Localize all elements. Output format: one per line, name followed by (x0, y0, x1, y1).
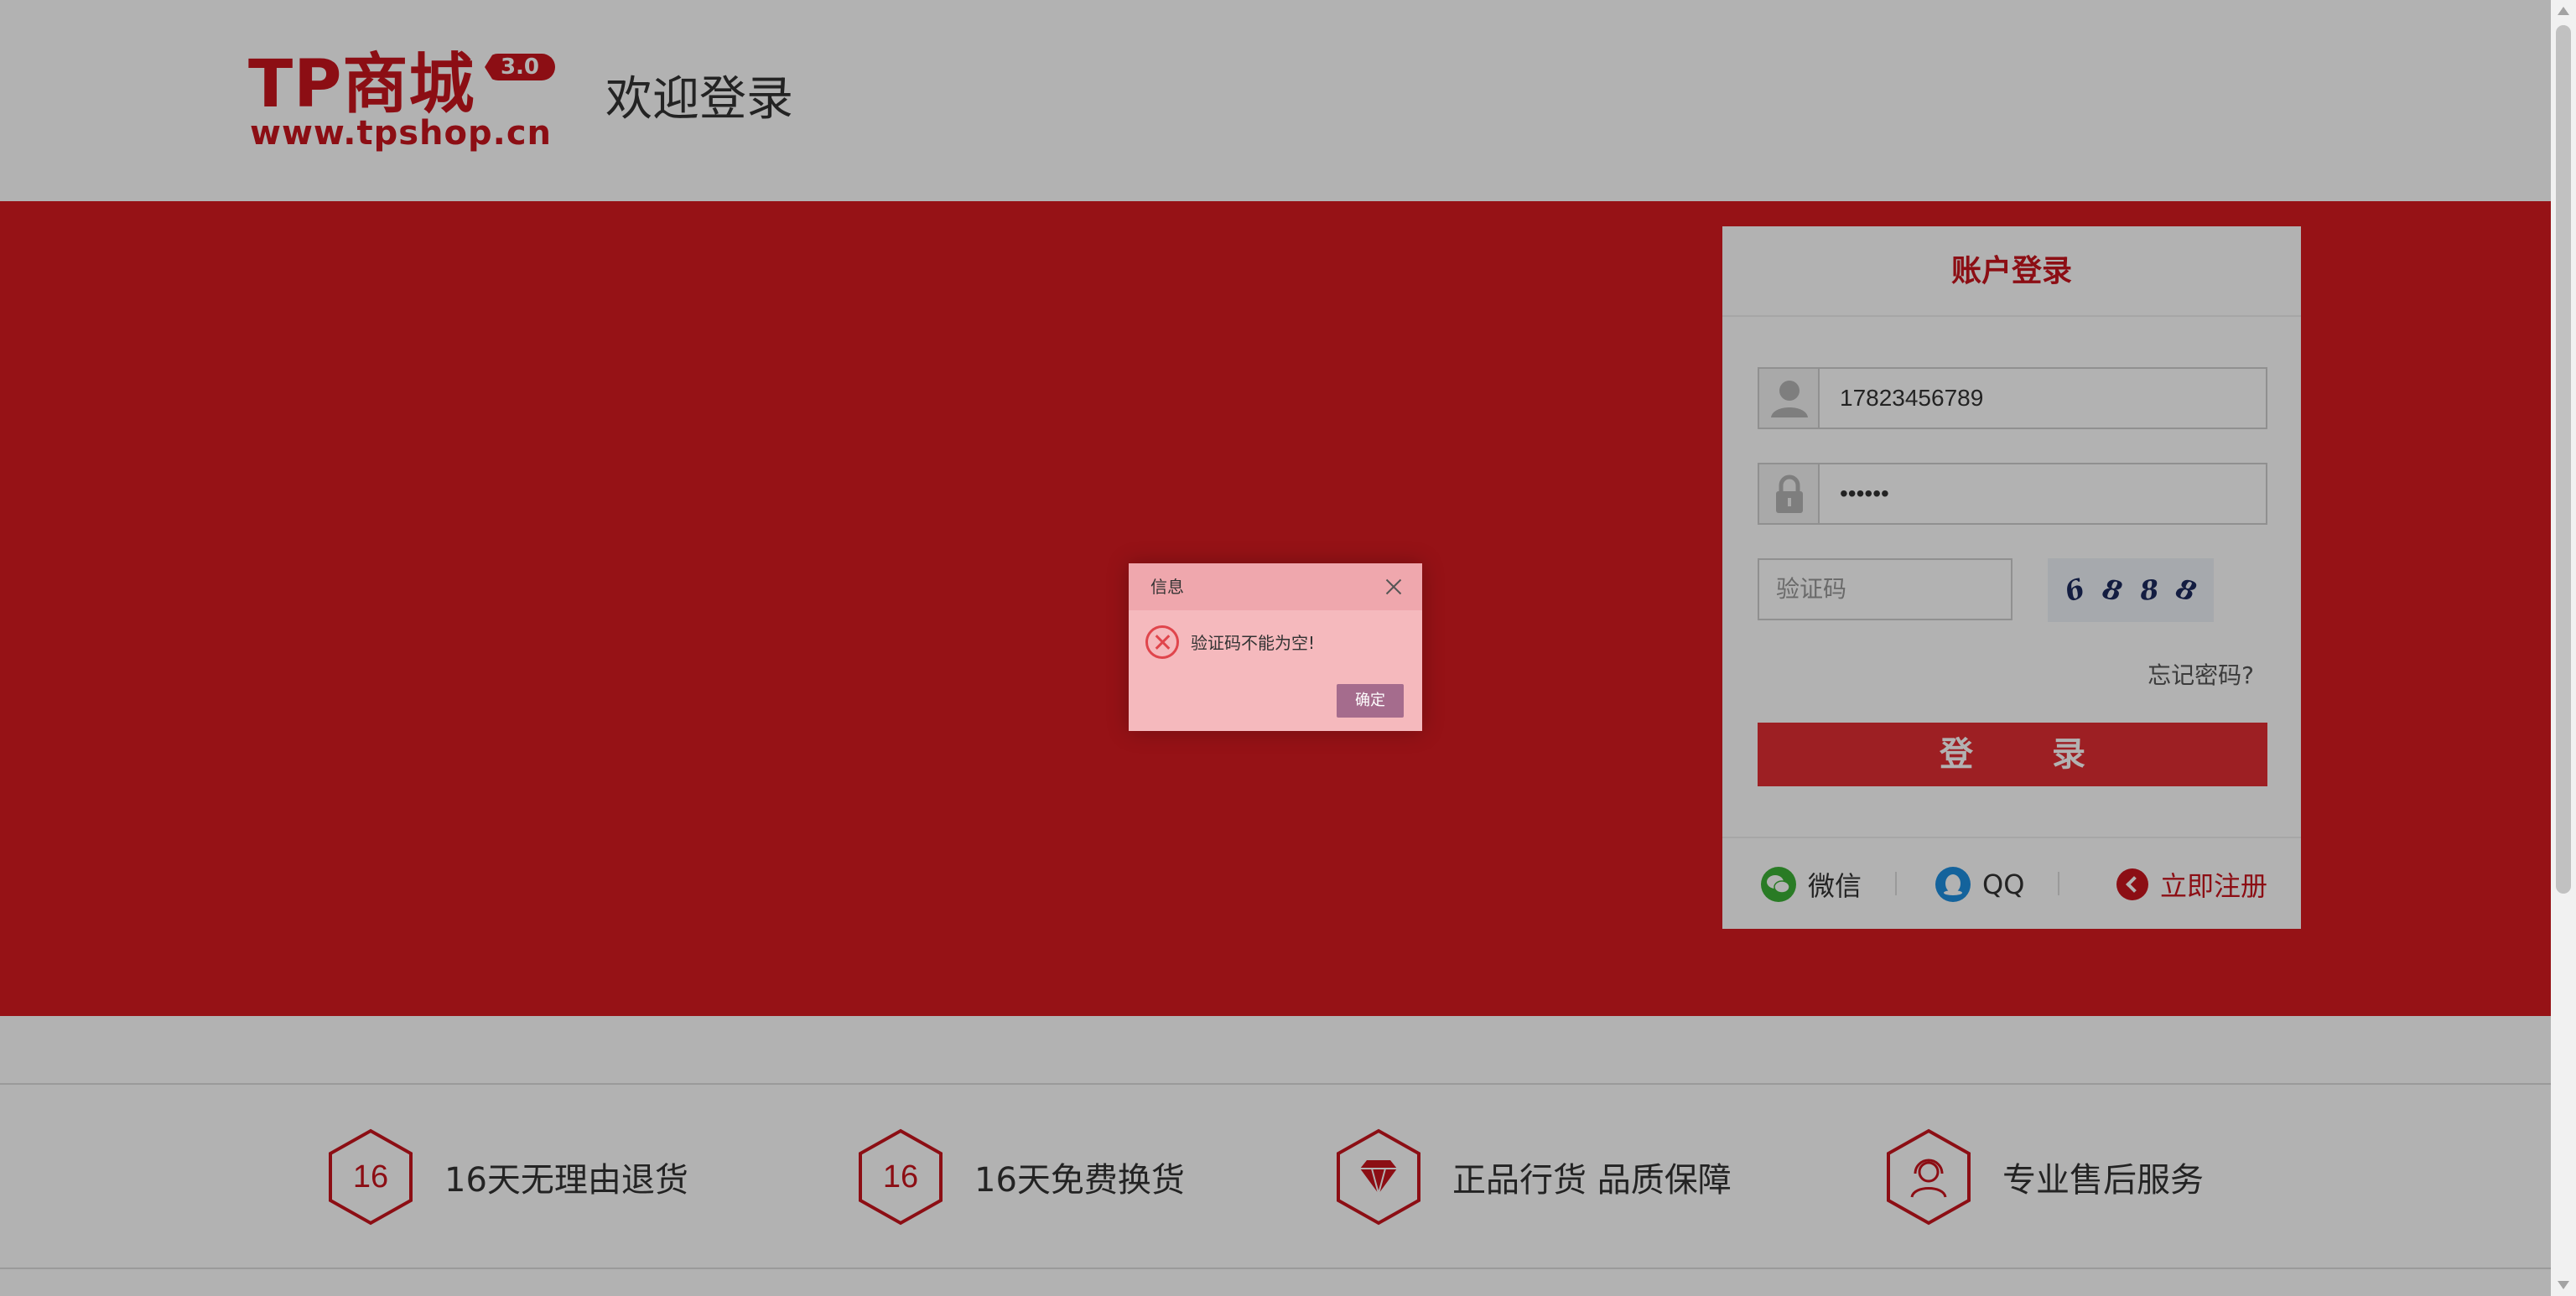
scroll-down-arrow-icon[interactable] (2558, 1281, 2569, 1289)
dialog-message: 验证码不能为空! (1191, 633, 1316, 653)
info-dialog: 信息 验证码不能为空! 确定 (1129, 563, 1422, 731)
dialog-title: 信息 (1129, 563, 1422, 610)
error-icon (1145, 625, 1179, 659)
vertical-scrollbar[interactable] (2551, 0, 2576, 1296)
scroll-up-arrow-icon[interactable] (2558, 7, 2569, 15)
confirm-button[interactable]: 确定 (1337, 684, 1404, 718)
scrollbar-thumb[interactable] (2556, 25, 2571, 894)
close-icon[interactable] (1382, 575, 1405, 599)
